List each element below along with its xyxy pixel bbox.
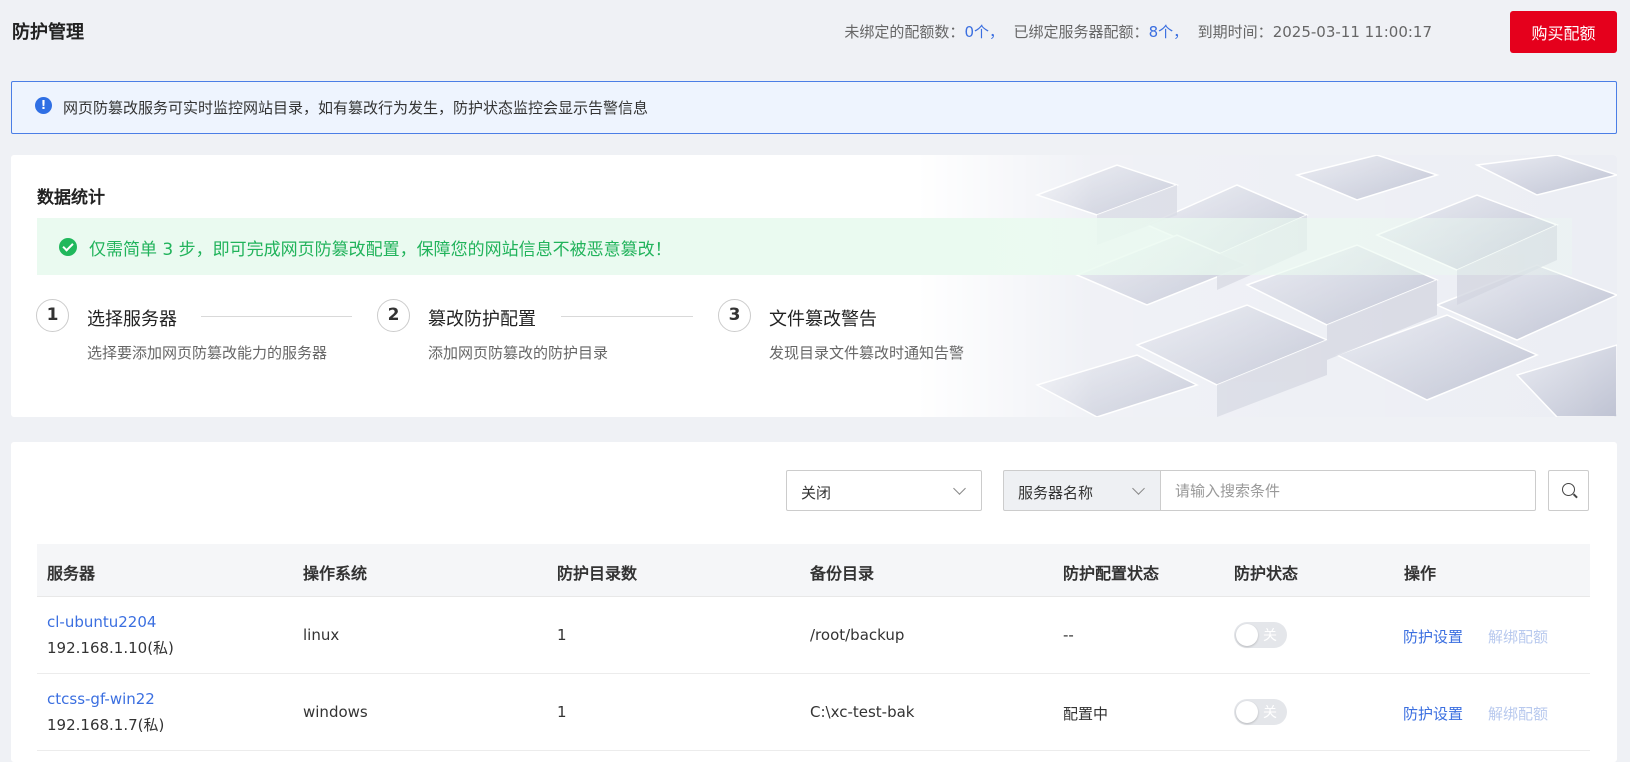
status-filter-select[interactable]: 关闭: [786, 470, 982, 511]
server-name-link[interactable]: cl-ubuntu2204: [47, 613, 156, 631]
bound-label: 已绑定服务器配额：: [1013, 23, 1149, 41]
tip-text: 仅需简单 3 步，即可完成网页防篡改配置，保障您的网站信息不被恶意篡改！: [89, 240, 672, 260]
dir-count-cell: 1: [557, 703, 567, 721]
unbound-count: 0个: [964, 23, 989, 41]
toggle-knob: [1236, 624, 1258, 646]
step-title: 选择服务器: [87, 309, 177, 330]
search-field-select[interactable]: 服务器名称: [1003, 470, 1161, 511]
column-header: 操作: [1404, 564, 1437, 583]
server-ip: 192.168.1.10(私): [47, 639, 174, 657]
toggle-label: 关: [1263, 628, 1277, 644]
step-description: 发现目录文件篡改时通知告警: [769, 344, 965, 362]
check-circle-icon: [59, 238, 77, 256]
unbound-label: 未绑定的配额数：: [844, 23, 965, 41]
step-description: 选择要添加网页防篡改能力的服务器: [87, 344, 328, 362]
protection-toggle[interactable]: 关: [1234, 699, 1287, 725]
expiry-label: 到期时间：: [1197, 23, 1273, 41]
server-ip: 192.168.1.7(私): [47, 716, 165, 734]
stats-title: 数据统计: [37, 188, 105, 208]
step-connector: [201, 316, 352, 317]
quota-summary: 未绑定的配额数：0个， 已绑定服务器配额：8个， 到期时间：2025-03-11…: [844, 21, 1432, 42]
step-title: 篡改防护配置: [428, 309, 536, 330]
table-row: cl-ubuntu2204 192.168.1.10(私) linux 1 /r…: [37, 597, 1590, 674]
protection-toggle[interactable]: 关: [1234, 622, 1287, 648]
column-header: 备份目录: [810, 564, 875, 583]
chevron-down-icon: [953, 482, 966, 495]
protection-settings-link[interactable]: 防护设置: [1403, 703, 1463, 724]
table-row: ctcss-gf-win22 192.168.1.7(私) windows 1 …: [37, 674, 1590, 751]
backup-dir-cell: C:\xc-test-bak: [810, 703, 915, 721]
config-status-cell: 配置中: [1063, 705, 1109, 723]
search-input[interactable]: [1160, 470, 1536, 511]
unbind-quota-link[interactable]: 解绑配额: [1488, 703, 1548, 724]
column-header: 防护状态: [1234, 564, 1299, 583]
column-header: 防护目录数: [557, 564, 638, 583]
unbind-quota-link[interactable]: 解绑配额: [1488, 626, 1548, 647]
search-icon-handle: [1573, 493, 1578, 499]
status-filter-value: 关闭: [801, 484, 832, 502]
column-header: 服务器: [47, 564, 96, 583]
decorative-background-image: [917, 155, 1617, 417]
table-header: 服务器 操作系统 防护目录数 备份目录 防护配置状态 防护状态 操作: [37, 544, 1590, 597]
toggle-knob: [1236, 701, 1258, 723]
step-number: 2: [377, 299, 410, 332]
page-title: 防护管理: [12, 22, 84, 43]
config-status-cell: --: [1063, 626, 1074, 644]
column-header: 防护配置状态: [1063, 564, 1160, 583]
column-header: 操作系统: [303, 564, 368, 583]
step-description: 添加网页防篡改的防护目录: [428, 344, 609, 362]
buy-quota-button[interactable]: 购买配额: [1510, 11, 1617, 53]
step-title: 文件篡改警告: [769, 309, 877, 330]
separator: ，: [988, 23, 1004, 41]
step-connector: [561, 316, 693, 317]
toggle-label: 关: [1263, 705, 1277, 721]
info-icon: !: [35, 97, 52, 114]
os-cell: windows: [303, 703, 368, 721]
top-bar: 防护管理 未绑定的配额数：0个， 已绑定服务器配额：8个， 到期时间：2025-…: [0, 0, 1630, 66]
tip-banner: 仅需简单 3 步，即可完成网页防篡改配置，保障您的网站信息不被恶意篡改！: [37, 218, 1572, 275]
step-number: 3: [718, 299, 751, 332]
os-cell: linux: [303, 626, 340, 644]
search-field-value: 服务器名称: [1018, 484, 1094, 502]
notice-text: 网页防篡改服务可实时监控网站目录，如有篡改行为发生，防护状态监控会显示告警信息: [63, 99, 649, 117]
server-name-link[interactable]: ctcss-gf-win22: [47, 690, 155, 708]
search-button[interactable]: [1548, 470, 1589, 511]
backup-dir-cell: /root/backup: [810, 626, 905, 644]
step-number: 1: [36, 299, 69, 332]
separator: ，: [1173, 23, 1189, 41]
chevron-down-icon: [1132, 482, 1145, 495]
bound-count: 8个: [1148, 23, 1174, 41]
protection-settings-link[interactable]: 防护设置: [1403, 626, 1463, 647]
stats-card: 数据统计 仅需简单 3 步，即可完成网页防篡改配置，保障您的网站信息不被恶意篡改…: [11, 155, 1617, 417]
info-notice: ! 网页防篡改服务可实时监控网站目录，如有篡改行为发生，防护状态监控会显示告警信…: [11, 81, 1617, 134]
expiry-time: 2025-03-11 11:00:17: [1272, 23, 1432, 41]
dir-count-cell: 1: [557, 626, 567, 644]
